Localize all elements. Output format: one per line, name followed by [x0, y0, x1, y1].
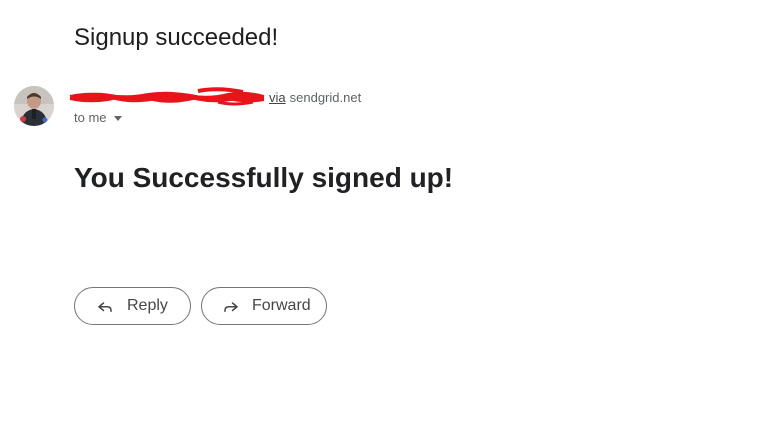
email-actions: Reply Forward: [74, 287, 327, 325]
sender-domain: sendgrid.net: [289, 89, 362, 105]
redacted-sender-name: [68, 87, 266, 107]
recipient-details-toggle[interactable]: to me: [74, 110, 122, 125]
forward-button-label: Forward: [252, 297, 311, 314]
reply-icon: [95, 296, 115, 316]
email-subject: Signup succeeded!: [74, 24, 279, 51]
avatar-photo-icon: [14, 86, 54, 126]
recipient-label: to me: [74, 110, 107, 125]
redaction-scribble: [70, 87, 264, 106]
sender-avatar[interactable]: [14, 86, 54, 126]
via-link[interactable]: via: [269, 90, 286, 105]
email-body-heading: You Successfully signed up!: [74, 162, 454, 193]
forward-icon: [222, 296, 240, 316]
caret-down-icon: [113, 116, 122, 121]
reply-button[interactable]: Reply: [74, 287, 191, 325]
reply-button-label: Reply: [127, 297, 168, 314]
forward-button[interactable]: Forward: [201, 287, 327, 325]
sender-line: via sendgrid.net: [68, 86, 361, 108]
